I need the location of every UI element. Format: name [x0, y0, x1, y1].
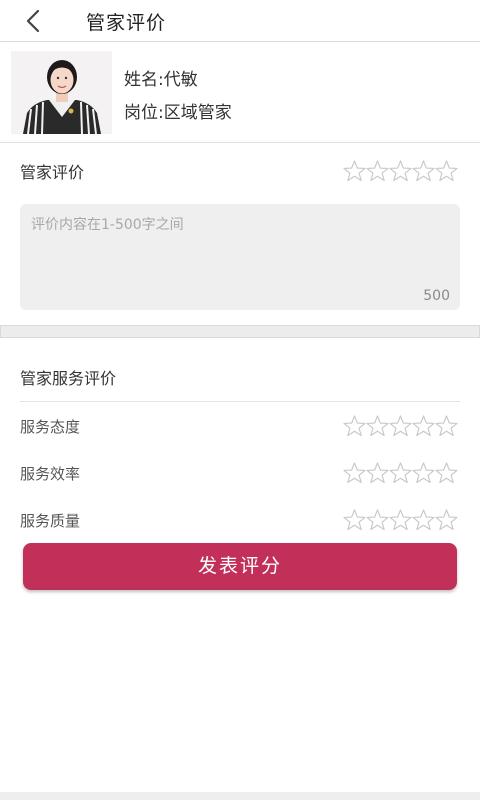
star-icon[interactable] [343, 462, 366, 483]
star-icon[interactable] [343, 160, 366, 181]
page-title: 管家评价 [86, 12, 167, 34]
service-section-title: 管家服务评价 [20, 369, 117, 388]
star-icon[interactable] [366, 462, 389, 483]
divider [20, 401, 460, 402]
service-efficiency-stars[interactable] [343, 462, 458, 483]
star-icon[interactable] [412, 509, 435, 530]
star-icon[interactable] [435, 462, 458, 483]
star-icon[interactable] [435, 415, 458, 436]
star-icon[interactable] [366, 415, 389, 436]
char-limit-counter: 500 [423, 288, 450, 304]
star-icon[interactable] [389, 415, 412, 436]
manager-name: 姓名:代敏 [124, 70, 198, 90]
star-icon[interactable] [412, 160, 435, 181]
header-bar: 管家评价 [0, 0, 480, 42]
star-icon[interactable] [366, 160, 389, 181]
service-efficiency-label: 服务效率 [20, 465, 81, 483]
review-section-title: 管家评价 [20, 163, 85, 182]
service-quality-stars[interactable] [343, 509, 458, 530]
star-icon[interactable] [389, 160, 412, 181]
section-separator [0, 325, 480, 338]
star-icon[interactable] [343, 509, 366, 530]
service-quality-label: 服务质量 [20, 512, 81, 530]
star-icon[interactable] [435, 509, 458, 530]
star-icon[interactable] [412, 415, 435, 436]
star-icon[interactable] [343, 415, 366, 436]
submit-rating-button[interactable]: 发表评分 [23, 543, 457, 590]
review-placeholder: 评价内容在1-500字之间 [31, 217, 184, 233]
bottom-bar [0, 792, 480, 800]
avatar [11, 51, 112, 134]
star-icon[interactable] [366, 509, 389, 530]
star-icon[interactable] [389, 509, 412, 530]
back-button[interactable] [16, 6, 52, 36]
chevron-left-icon [26, 9, 40, 33]
star-icon[interactable] [412, 462, 435, 483]
manager-profile: 姓名:代敏 岗位:区域管家 [0, 43, 480, 143]
star-icon[interactable] [389, 462, 412, 483]
review-textarea[interactable]: 评价内容在1-500字之间 500 [20, 204, 460, 310]
service-attitude-stars[interactable] [343, 415, 458, 436]
service-attitude-label: 服务态度 [20, 418, 81, 436]
overall-rating-stars[interactable] [343, 160, 458, 181]
manager-position: 岗位:区域管家 [124, 103, 232, 123]
star-icon[interactable] [435, 160, 458, 181]
